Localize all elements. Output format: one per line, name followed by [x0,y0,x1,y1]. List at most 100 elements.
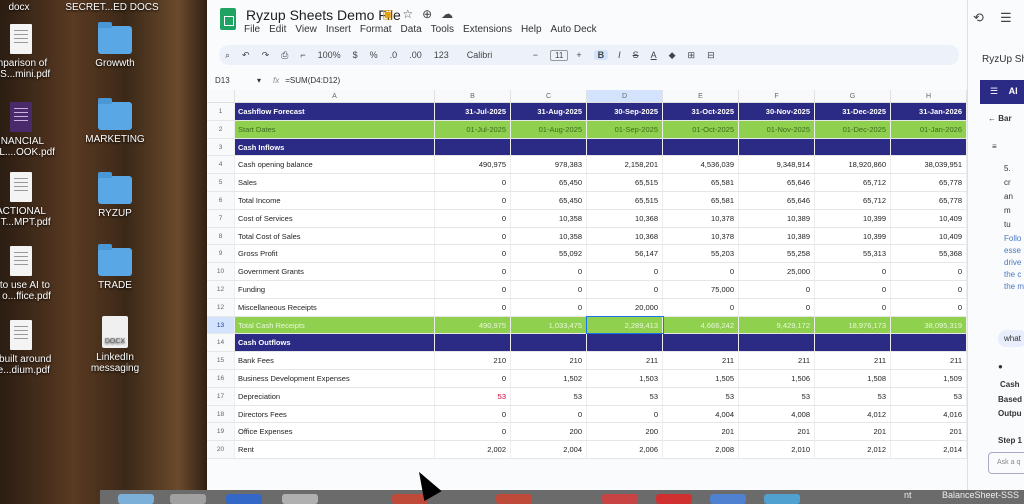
value-cell[interactable]: 10,399 [815,209,891,227]
row-number[interactable]: 19 [207,423,235,441]
value-cell[interactable]: 53 [511,387,587,405]
value-cell[interactable]: 2,008 [663,441,739,458]
value-cell[interactable]: 0 [435,423,511,441]
print-icon[interactable]: ⎙ [281,50,288,61]
value-cell[interactable]: 38,039,951 [891,156,967,174]
value-cell[interactable] [663,138,739,156]
row-label-cell[interactable]: Sales [235,174,435,191]
back-link[interactable]: ← Bar [988,114,1012,123]
value-cell[interactable] [815,138,891,156]
text-color-button[interactable]: A [651,50,657,60]
value-cell[interactable]: 4,012 [815,405,891,423]
value-cell[interactable]: 10,399 [815,227,891,245]
value-cell[interactable]: 1,509 [891,369,967,387]
row-label-cell[interactable]: Cash Inflows [235,138,435,156]
value-cell[interactable]: 0 [435,405,511,423]
merge-cells-icon[interactable]: ⊟ [707,50,715,61]
dock-app[interactable] [170,494,206,504]
value-cell[interactable]: 211 [815,352,891,369]
row-number[interactable]: 10 [207,263,235,280]
value-cell[interactable] [739,334,815,352]
dock-app[interactable] [602,494,638,504]
value-cell[interactable]: 10,378 [663,209,739,227]
font-size-input[interactable]: 11 [550,49,569,61]
select-all-corner[interactable] [207,90,235,102]
value-cell[interactable]: 0 [587,280,663,298]
column-header[interactable]: B [435,90,511,102]
value-cell[interactable]: 65,581 [663,191,739,209]
value-cell[interactable]: 65,450 [511,191,587,209]
row-number[interactable]: 13 [207,316,235,334]
history-icon[interactable]: ⟲ [973,10,984,26]
menu-format[interactable]: Format [360,24,392,35]
formula-input[interactable]: =SUM(D4:D12) [285,76,340,85]
row-number[interactable]: 20 [207,441,235,458]
menu-extensions[interactable]: Extensions [463,24,512,35]
value-cell[interactable]: 56,147 [587,245,663,263]
move-icon[interactable]: ⊕ [422,7,432,21]
value-cell[interactable] [663,334,739,352]
strikethrough-button[interactable]: S [633,50,639,60]
suggestion-chip[interactable]: what [998,330,1024,347]
star-icon[interactable]: ☆ [402,7,413,21]
column-header[interactable]: H [891,90,967,102]
value-cell[interactable] [435,138,511,156]
row-number[interactable]: 18 [207,405,235,423]
row-number[interactable]: 2 [207,120,235,138]
value-cell[interactable]: 0 [435,209,511,227]
value-cell[interactable]: 490,975 [435,316,511,334]
value-cell[interactable]: 2,289,413 [586,315,664,335]
menu-edit[interactable]: Edit [269,24,286,35]
value-cell[interactable]: 53 [739,387,815,405]
value-cell[interactable]: 53 [815,387,891,405]
value-cell[interactable]: 65,778 [891,174,967,191]
menu-help[interactable]: Help [521,24,542,35]
value-cell[interactable]: 1,505 [663,369,739,387]
value-cell[interactable]: 4,666,242 [663,316,739,334]
value-cell[interactable]: 201 [663,423,739,441]
value-cell[interactable]: 0 [511,280,587,298]
desktop-folder-marketing[interactable]: MARKETING [76,98,154,145]
value-cell[interactable]: 200 [587,423,663,441]
dock-app[interactable] [496,494,532,504]
row-number[interactable]: 6 [207,191,235,209]
dock-app[interactable] [226,494,262,504]
row-number[interactable]: 7 [207,209,235,227]
value-cell[interactable]: 211 [739,352,815,369]
value-cell[interactable]: 55,368 [891,245,967,263]
row-number[interactable]: 15 [207,352,235,369]
row-label-cell[interactable]: Total Income [235,191,435,209]
hamburger-icon[interactable]: ☰ [990,86,998,96]
value-cell[interactable]: 10,358 [511,227,587,245]
value-cell[interactable]: 1,033,475 [511,316,587,334]
row-label-cell[interactable]: Cashflow Forecast [235,103,435,120]
value-cell[interactable]: 65,646 [739,191,815,209]
value-cell[interactable]: 55,203 [663,245,739,263]
desktop-folder-ryzup[interactable]: RYZUP [76,172,154,219]
value-cell[interactable]: 0 [663,298,739,316]
value-cell[interactable]: 65,712 [815,191,891,209]
row-label-cell[interactable]: Government Grants [235,263,435,280]
value-cell[interactable]: 1,506 [739,369,815,387]
sheets-logo-icon[interactable] [220,8,236,30]
value-cell[interactable]: 65,581 [663,174,739,191]
value-cell[interactable]: 01-Oct-2025 [663,120,739,138]
value-cell[interactable]: 211 [663,352,739,369]
row-label-cell[interactable]: Bank Fees [235,352,435,369]
value-cell[interactable]: 10,368 [587,209,663,227]
value-cell[interactable]: 9,429,172 [739,316,815,334]
fill-color-icon[interactable]: ◆ [669,50,676,61]
desktop-file-medium[interactable]: e built around ge...dium.pdf [0,320,60,376]
value-cell[interactable]: 10,389 [739,227,815,245]
value-cell[interactable]: 31-Aug-2025 [511,103,587,120]
value-cell[interactable]: 75,000 [663,280,739,298]
desktop-file-ai-office[interactable]: v to use AI to ut o...ffice.pdf [0,246,60,302]
value-cell[interactable]: 53 [891,387,967,405]
desktop-folder-growwth[interactable]: Growwth [76,22,154,69]
value-cell[interactable]: 201 [815,423,891,441]
spreadsheet-grid[interactable]: A B C D E F G H 1 Cashflow Forecast 31-Jul… [207,90,967,459]
row-label-cell[interactable]: Cash opening balance [235,156,435,174]
value-cell[interactable]: 10,409 [891,209,967,227]
column-header[interactable]: C [511,90,587,102]
value-cell[interactable]: 2,004 [511,441,587,458]
